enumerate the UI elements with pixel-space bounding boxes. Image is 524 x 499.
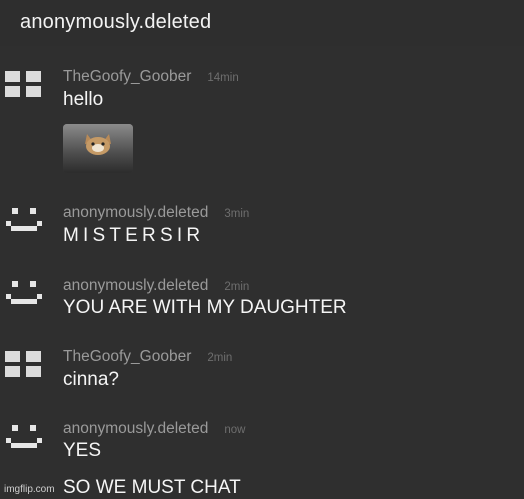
chat-header: anonymously.deleted [0,0,524,46]
grid-avatar-icon[interactable] [4,65,44,105]
message-text: SO WE MUST CHAT [63,477,241,498]
username[interactable]: TheGoofy_Goober [63,348,191,365]
timestamp: 2min [207,352,233,364]
watermark: imgflip.com [4,484,55,495]
timestamp: 14min [207,72,239,84]
message-text: YES [63,440,102,461]
grid-avatar-icon[interactable] [4,345,44,385]
smiley-avatar-icon[interactable] [4,419,44,459]
message-meta: anonymously.deleted 2min [63,277,249,295]
message-meta: TheGoofy_Goober 2min [63,348,232,366]
message-meta: anonymously.deleted 3min [63,204,249,222]
username[interactable]: TheGoofy_Goober [63,68,191,85]
message-text: cinna? [63,369,119,390]
timestamp: 3min [224,208,250,220]
chat-title: anonymously.deleted [20,11,212,33]
message-text: MISTERSIR [63,225,205,246]
message-text: YOU ARE WITH MY DAUGHTER [63,297,347,318]
smiley-avatar-icon[interactable] [4,202,44,242]
timestamp: 2min [224,281,250,293]
username[interactable]: anonymously.deleted [63,204,208,221]
smiley-avatar-icon[interactable] [4,275,44,315]
timestamp: now [224,424,246,436]
message-meta: TheGoofy_Goober 14min [63,68,239,86]
username[interactable]: anonymously.deleted [63,277,208,294]
message-meta: anonymously.deleted now [63,420,245,438]
cat-thumbnail[interactable] [63,124,133,173]
username[interactable]: anonymously.deleted [63,420,208,437]
message-text: hello [63,89,104,110]
